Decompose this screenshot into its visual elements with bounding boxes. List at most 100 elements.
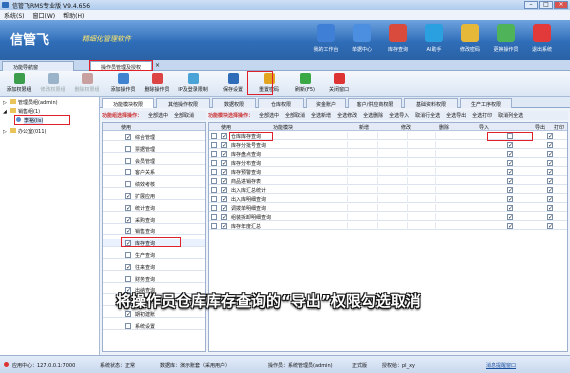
module-action-2[interactable]: 全选新增: [311, 112, 331, 119]
group-checkbox[interactable]: [125, 157, 131, 164]
toolbar-button-2[interactable]: 删除权限组: [70, 73, 104, 93]
permission-tab-1[interactable]: 其他操作权限: [156, 98, 210, 108]
use-checkbox[interactable]: ✓: [221, 214, 227, 221]
permission-row[interactable]: ✓ 出入库汇总统计 ✓ ✓: [209, 186, 567, 194]
group-row[interactable]: 客户关系: [103, 168, 205, 177]
group-row[interactable]: ✓ 往来查询: [103, 263, 205, 271]
permission-row[interactable]: ✓ 库存分布查询 ✓ ✓: [209, 159, 567, 167]
group-checkbox[interactable]: ✓: [125, 311, 131, 318]
top-button-exit[interactable]: 退出系统: [524, 24, 560, 53]
row-selector-checkbox[interactable]: [211, 214, 217, 220]
print-checkbox[interactable]: ✓: [547, 142, 553, 149]
group-checkbox[interactable]: ✓: [125, 204, 131, 211]
permission-row[interactable]: ✓ 出入库明细查询 ✓ ✓: [209, 195, 567, 203]
permission-row[interactable]: ✓ 商品进销存表 ✓ ✓: [209, 177, 567, 185]
group-checkbox[interactable]: [125, 145, 131, 152]
toolbar-button-4[interactable]: 删除操作员: [140, 73, 174, 93]
menu-help[interactable]: 帮助(H): [63, 11, 84, 20]
select-all-groups-button[interactable]: 全部选中: [148, 112, 168, 119]
group-row[interactable]: 财务查询: [103, 275, 205, 283]
permission-tab-7[interactable]: 生产工序权限: [460, 98, 512, 108]
permission-row[interactable]: ✓ 调拨单明细查询 ✓ ✓: [209, 204, 567, 212]
toolbar-button-0[interactable]: 添加权限组: [2, 73, 36, 93]
permission-tab-4[interactable]: 资金账户: [306, 98, 346, 108]
top-button-users[interactable]: 更换操作员: [488, 24, 524, 53]
group-checkbox[interactable]: [125, 252, 131, 258]
export-checkbox[interactable]: ✓: [507, 214, 513, 221]
permission-row[interactable]: ✓ 组装拆卸明细查询 ✓ ✓: [209, 213, 567, 221]
use-checkbox[interactable]: ✓: [221, 169, 227, 176]
export-checkbox[interactable]: ✓: [507, 196, 513, 203]
print-checkbox[interactable]: ✓: [547, 205, 553, 212]
menu-window[interactable]: 窗口(W): [33, 11, 56, 20]
print-checkbox[interactable]: ✓: [547, 214, 553, 221]
export-checkbox[interactable]: ✓: [507, 151, 513, 158]
group-row[interactable]: ✓ 期初建账: [103, 310, 205, 318]
permission-row[interactable]: ✓ 库存盘点查询 ✓ ✓: [209, 150, 567, 158]
export-checkbox[interactable]: ✓: [507, 223, 513, 230]
top-button-warehouse[interactable]: 库存查询: [380, 24, 416, 53]
print-checkbox[interactable]: ✓: [547, 178, 553, 185]
permission-tab-0[interactable]: 功能模块权限: [102, 98, 154, 108]
use-checkbox[interactable]: ✓: [221, 187, 227, 194]
close-tab-icon[interactable]: ×: [155, 62, 160, 69]
group-row[interactable]: ✓ 统计查询: [103, 204, 205, 212]
tree-expand-icon[interactable]: ▷: [3, 100, 7, 106]
module-action-7[interactable]: 全选导出: [446, 112, 466, 119]
use-checkbox[interactable]: ✓: [221, 151, 227, 158]
module-action-0[interactable]: 全部选中: [259, 112, 279, 119]
row-selector-checkbox[interactable]: [211, 187, 217, 193]
group-checkbox[interactable]: ✓: [125, 193, 131, 200]
tree-collapse-icon[interactable]: ◢: [3, 109, 7, 115]
use-checkbox[interactable]: ✓: [221, 133, 227, 140]
toolbar-button-6[interactable]: 保存设置: [216, 73, 250, 93]
toolbar-button-5[interactable]: IP及登录限制: [176, 73, 210, 93]
top-button-document[interactable]: 单据中心: [344, 24, 380, 53]
tree-expand-icon[interactable]: ▷: [3, 129, 7, 135]
module-action-8[interactable]: 全选打印: [472, 112, 492, 119]
use-checkbox[interactable]: ✓: [221, 196, 227, 203]
group-row[interactable]: ✓ 扩展应用: [103, 192, 205, 200]
message-window-link[interactable]: 消息提醒窗口: [486, 362, 516, 369]
group-row[interactable]: 生产查询: [103, 251, 205, 259]
print-checkbox[interactable]: ✓: [547, 223, 553, 230]
toolbar-button-1[interactable]: 修改权限组: [36, 73, 70, 93]
print-checkbox[interactable]: ✓: [547, 196, 553, 203]
use-checkbox[interactable]: ✓: [221, 178, 227, 185]
group-checkbox[interactable]: ✓: [125, 263, 131, 270]
group-row[interactable]: ✓ 销售查询: [103, 227, 205, 236]
row-selector-checkbox[interactable]: [211, 205, 217, 211]
permission-row[interactable]: ✓ 库存分批号查询 ✓ ✓: [209, 141, 567, 149]
module-action-9[interactable]: 取消列全选: [498, 112, 523, 119]
group-row[interactable]: ✓ 采购查询: [103, 216, 205, 224]
minimize-button[interactable]: –: [524, 1, 538, 9]
export-checkbox[interactable]: ✓: [507, 205, 513, 212]
toolbar-button-9[interactable]: 关闭窗口: [322, 73, 356, 93]
toolbar-button-8[interactable]: 刷新(F5): [288, 73, 322, 93]
group-checkbox[interactable]: ✓: [125, 228, 131, 235]
print-checkbox[interactable]: ✓: [547, 169, 553, 176]
group-checkbox[interactable]: [125, 181, 131, 188]
group-row[interactable]: 绩效考核: [103, 180, 205, 189]
permission-row[interactable]: ✓ 库存预警查询 ✓ ✓: [209, 168, 567, 176]
permission-tab-5[interactable]: 客户/供应商权限: [348, 98, 402, 108]
permission-tab-6[interactable]: 基础资料权限: [404, 98, 458, 108]
use-checkbox[interactable]: ✓: [221, 160, 227, 167]
row-selector-checkbox[interactable]: [211, 160, 217, 166]
print-checkbox[interactable]: ✓: [547, 133, 553, 140]
module-action-4[interactable]: 全选删除: [363, 112, 383, 119]
row-selector-checkbox[interactable]: [211, 196, 217, 202]
group-checkbox[interactable]: ✓: [125, 134, 131, 141]
clear-all-groups-button[interactable]: 全部取消: [174, 112, 194, 119]
export-checkbox[interactable]: ✓: [507, 142, 513, 149]
row-selector-checkbox[interactable]: [211, 151, 217, 157]
tab-function-nav[interactable]: 功能导航窗: [2, 61, 74, 71]
menu-system[interactable]: 系统(S): [4, 11, 25, 20]
top-button-desk[interactable]: 我的工作台: [308, 24, 344, 53]
row-selector-checkbox[interactable]: [211, 142, 217, 148]
group-checkbox[interactable]: [125, 169, 131, 176]
module-action-1[interactable]: 全部取消: [285, 112, 305, 119]
top-button-lock[interactable]: 修改密码: [452, 24, 488, 53]
group-checkbox[interactable]: ✓: [125, 216, 131, 223]
group-row[interactable]: 票据管理: [103, 145, 205, 153]
